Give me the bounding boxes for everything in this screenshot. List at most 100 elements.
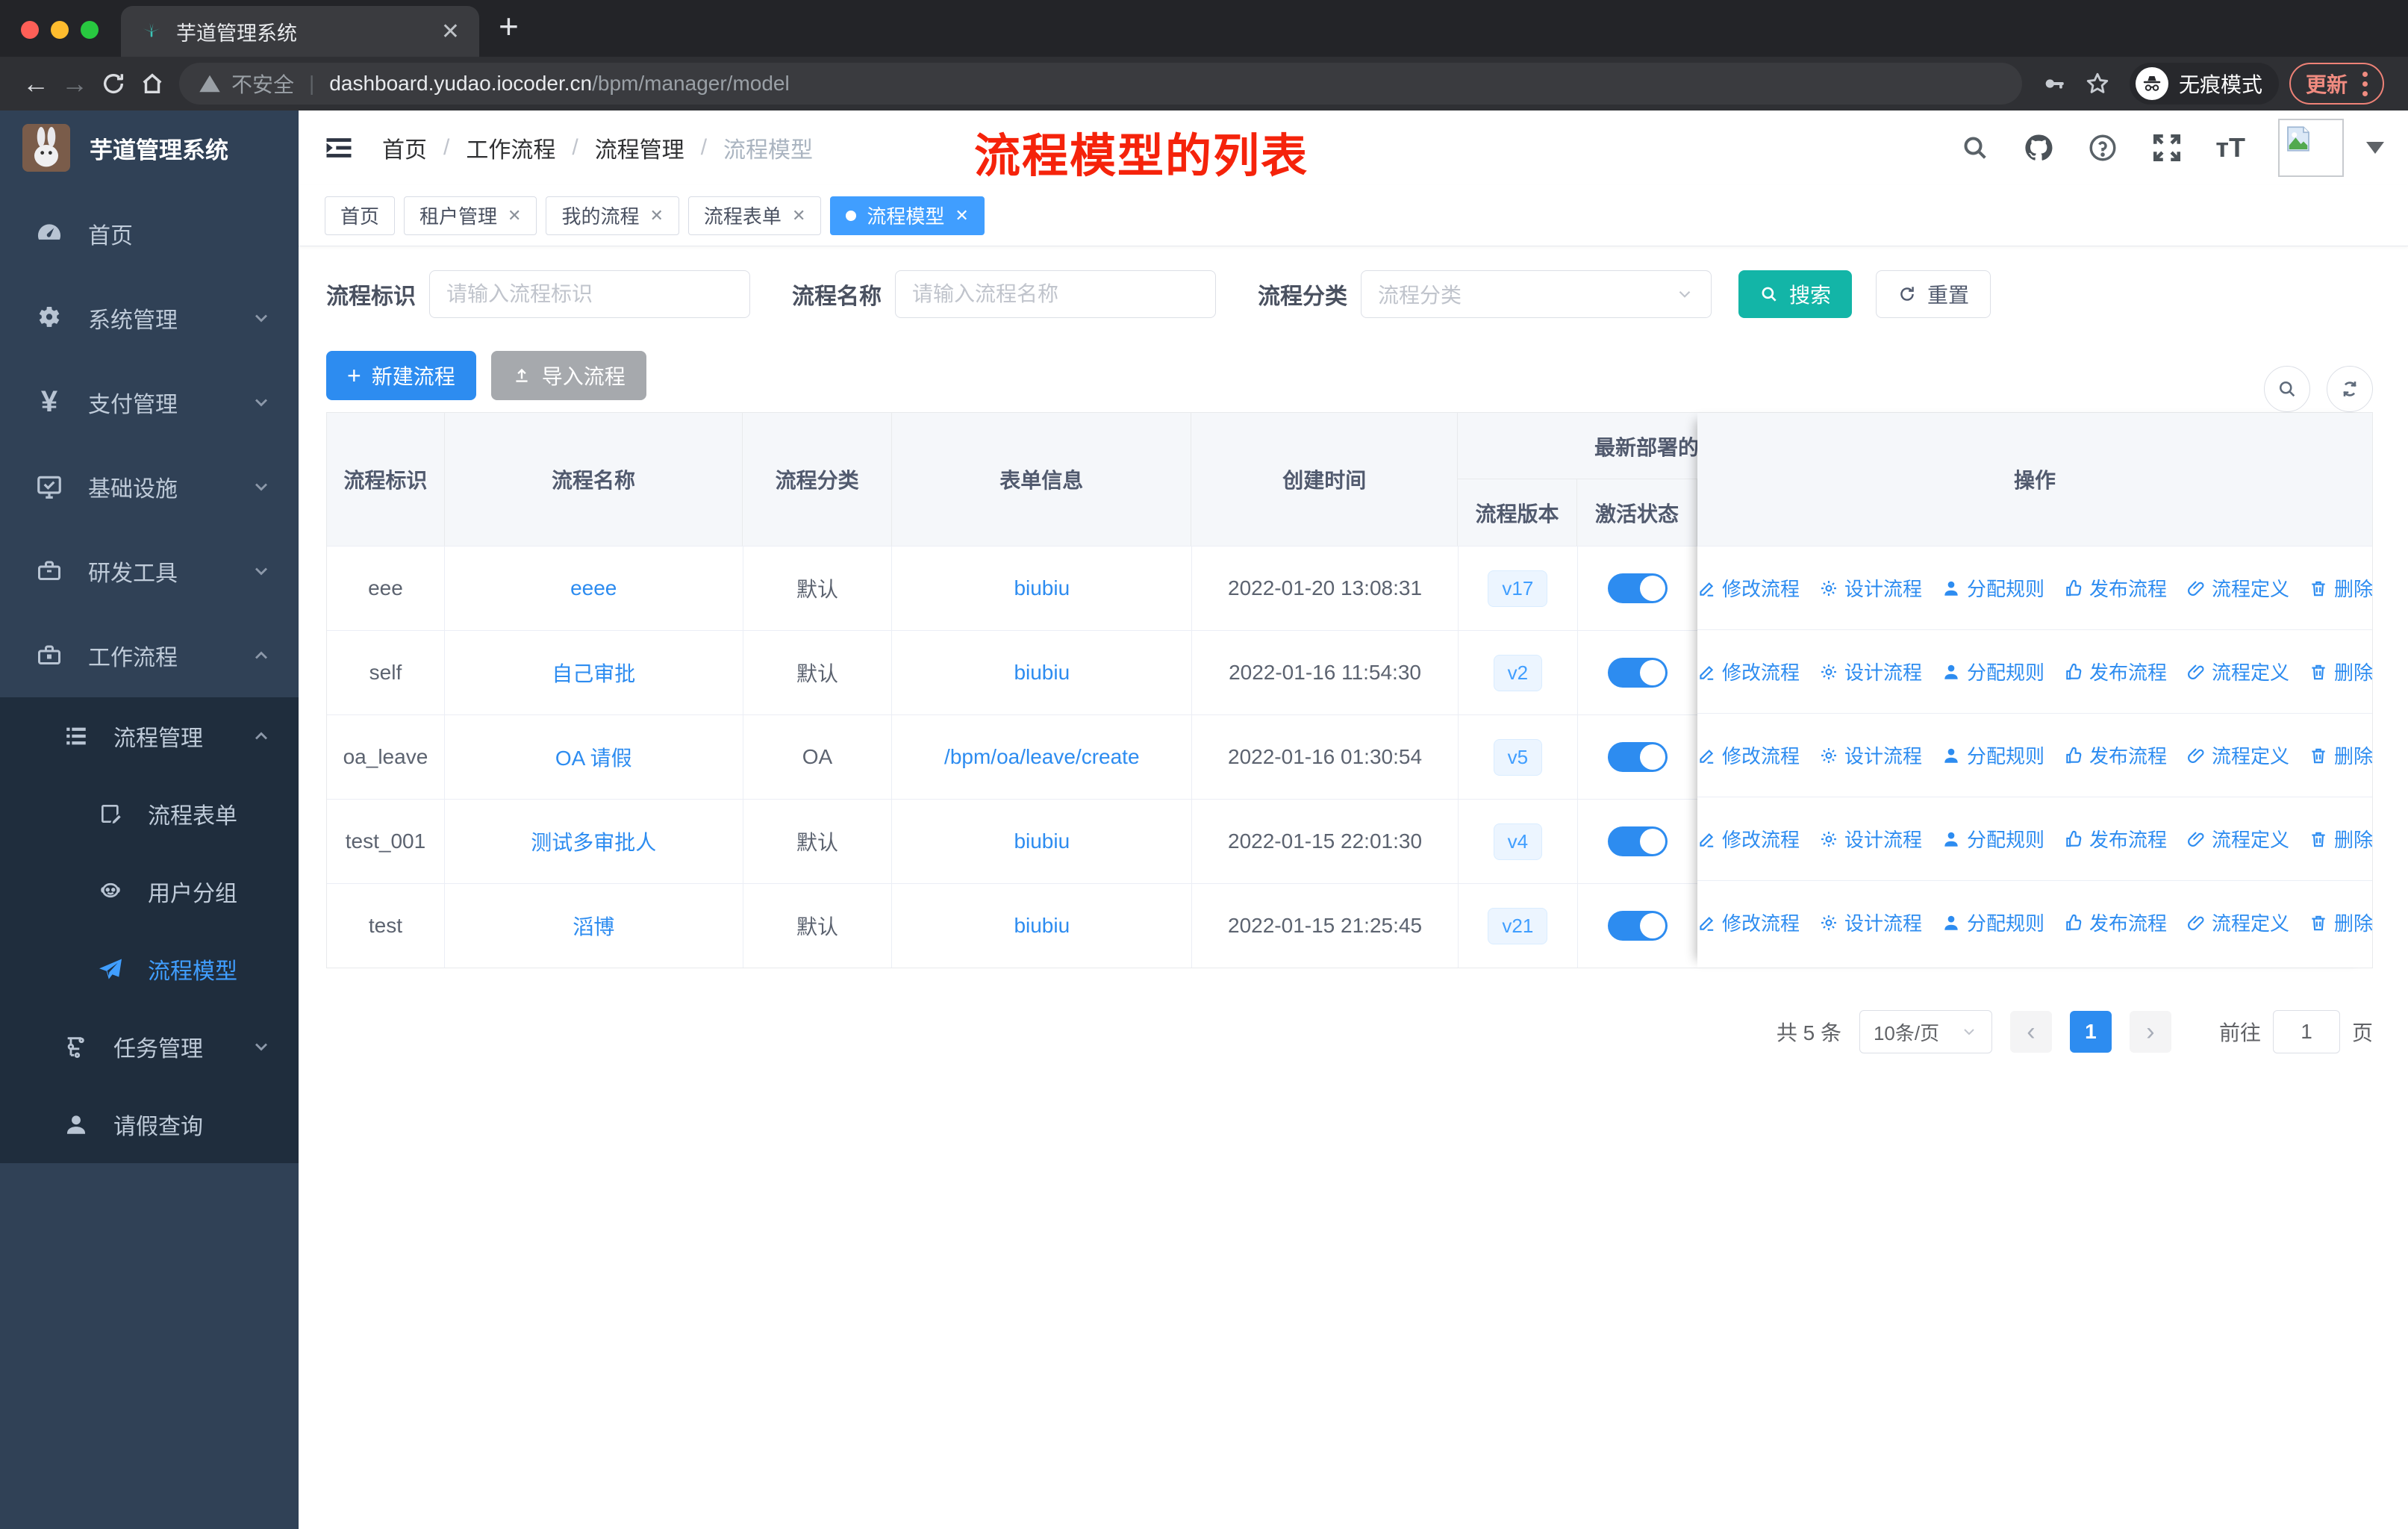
create-process-button[interactable]: + 新建流程 [326,351,476,400]
action-edit-link[interactable]: 修改流程 [1697,658,1800,685]
action-delete-link[interactable]: 删除 [2309,909,2373,936]
url-bar[interactable]: 不安全 | dashboard.yudao.iocoder.cn/bpm/man… [179,63,2022,105]
action-design-link[interactable]: 设计流程 [1819,658,1922,685]
forward-icon[interactable]: → [55,64,94,103]
action-edit-link[interactable]: 修改流程 [1697,825,1800,853]
process-name-link[interactable]: eeee [570,576,617,600]
sidebar-item-system[interactable]: 系统管理 [0,275,299,360]
process-id-input[interactable] [429,270,750,318]
action-edit-link[interactable]: 修改流程 [1697,741,1800,769]
sidebar-collapse-icon[interactable] [322,131,355,164]
close-window-button[interactable] [21,21,39,39]
form-info-link[interactable]: /bpm/oa/leave/create [944,745,1140,769]
active-toggle[interactable] [1607,911,1668,941]
home-icon[interactable] [133,64,172,103]
form-info-link[interactable]: biubiu [1014,914,1070,938]
update-button[interactable]: 更新 [2289,63,2384,105]
close-icon[interactable]: ✕ [792,206,805,225]
form-info-link[interactable]: biubiu [1014,661,1070,685]
avatar-caret-icon[interactable] [2366,142,2384,154]
current-page-button[interactable]: 1 [2069,1011,2112,1053]
github-icon[interactable] [2023,132,2054,164]
minimize-window-button[interactable] [51,21,69,39]
action-edit-link[interactable]: 修改流程 [1697,574,1800,602]
fullscreen-icon[interactable] [2151,132,2183,164]
breadcrumb-process-management[interactable]: 流程管理 [595,131,684,164]
sidebar-item-user-group[interactable]: 用户分组 [0,853,299,930]
process-name-link[interactable]: 自己审批 [552,658,635,688]
action-definition-link[interactable]: 流程定义 [2186,574,2289,602]
action-publish-link[interactable]: 发布流程 [2064,825,2167,853]
sidebar-item-workflow[interactable]: 工作流程 [0,613,299,697]
sidebar-item-dev-tools[interactable]: 研发工具 [0,529,299,613]
action-design-link[interactable]: 设计流程 [1819,741,1922,769]
action-assign-user-link[interactable]: 分配规则 [1941,741,2044,769]
breadcrumb-home[interactable]: 首页 [382,131,427,164]
action-definition-link[interactable]: 流程定义 [2186,741,2289,769]
action-delete-link[interactable]: 删除 [2309,574,2373,602]
active-toggle[interactable] [1607,742,1668,772]
page-size-select[interactable]: 10条/页 [1859,1010,1992,1053]
sidebar-item-leave-query[interactable]: 请假查询 [0,1086,299,1163]
action-publish-link[interactable]: 发布流程 [2064,909,2167,936]
refresh-table-icon[interactable] [2327,366,2373,412]
browser-tab[interactable]: 芋道管理系统 ✕ [121,6,479,57]
show-search-icon[interactable] [2264,366,2310,412]
category-select[interactable]: 流程分类 [1361,270,1712,318]
tab-tenant[interactable]: 租户管理 ✕ [404,196,537,235]
font-size-icon[interactable]: тT [2215,132,2245,164]
close-icon[interactable]: ✕ [508,206,521,225]
action-publish-link[interactable]: 发布流程 [2064,574,2167,602]
action-assign-user-link[interactable]: 分配规则 [1941,658,2044,685]
action-edit-link[interactable]: 修改流程 [1697,909,1800,936]
process-name-link[interactable]: 滔博 [573,911,614,941]
action-delete-link[interactable]: 删除 [2309,741,2373,769]
active-toggle[interactable] [1607,826,1668,856]
tab-close-icon[interactable]: ✕ [441,19,460,45]
action-assign-user-link[interactable]: 分配规则 [1941,909,2044,936]
goto-page-input[interactable] [2272,1010,2340,1053]
reload-icon[interactable] [94,64,133,103]
action-design-link[interactable]: 设计流程 [1819,825,1922,853]
action-delete-link[interactable]: 删除 [2309,658,2373,685]
active-toggle[interactable] [1607,658,1668,688]
form-info-link[interactable]: biubiu [1014,829,1070,853]
back-icon[interactable]: ← [16,64,55,103]
prev-page-button[interactable]: ‹ [2009,1011,2052,1053]
action-assign-user-link[interactable]: 分配规则 [1941,825,2044,853]
action-definition-link[interactable]: 流程定义 [2186,825,2289,853]
reset-button[interactable]: 重置 [1876,270,1991,318]
action-publish-link[interactable]: 发布流程 [2064,658,2167,685]
close-icon[interactable]: ✕ [955,206,968,225]
action-delete-link[interactable]: 删除 [2309,825,2373,853]
tab-process-form[interactable]: 流程表单 ✕ [687,196,822,235]
new-tab-button[interactable]: + [499,6,519,46]
sidebar-item-process-model[interactable]: 流程模型 [0,930,299,1008]
process-name-input[interactable] [895,270,1216,318]
search-icon[interactable] [1960,133,1990,163]
browser-menu-icon[interactable] [2362,71,2368,96]
form-info-link[interactable]: biubiu [1014,576,1070,600]
sidebar-item-task-management[interactable]: 任务管理 [0,1008,299,1086]
process-name-link[interactable]: OA 请假 [555,742,632,772]
maximize-window-button[interactable] [81,21,99,39]
action-design-link[interactable]: 设计流程 [1819,574,1922,602]
import-process-button[interactable]: 导入流程 [490,351,646,400]
sidebar-item-process-management[interactable]: 流程管理 [0,697,299,775]
sidebar-item-process-form[interactable]: 流程表单 [0,775,299,853]
process-name-link[interactable]: 测试多审批人 [531,826,656,856]
tab-home[interactable]: 首页 [325,196,396,235]
active-toggle[interactable] [1607,573,1668,603]
tab-my-process[interactable]: 我的流程 ✕ [546,196,679,235]
tab-process-model[interactable]: 流程模型 ✕ [830,196,985,235]
breadcrumb-workflow[interactable]: 工作流程 [466,131,555,164]
sidebar-item-home[interactable]: 首页 [0,191,299,275]
action-design-link[interactable]: 设计流程 [1819,909,1922,936]
action-publish-link[interactable]: 发布流程 [2064,741,2167,769]
sidebar-item-infrastructure[interactable]: 基础设施 [0,444,299,529]
action-definition-link[interactable]: 流程定义 [2186,658,2289,685]
close-icon[interactable]: ✕ [649,206,663,225]
help-icon[interactable] [2087,132,2118,164]
avatar[interactable] [2278,119,2344,177]
sidebar-item-payment[interactable]: ¥ 支付管理 [0,360,299,444]
